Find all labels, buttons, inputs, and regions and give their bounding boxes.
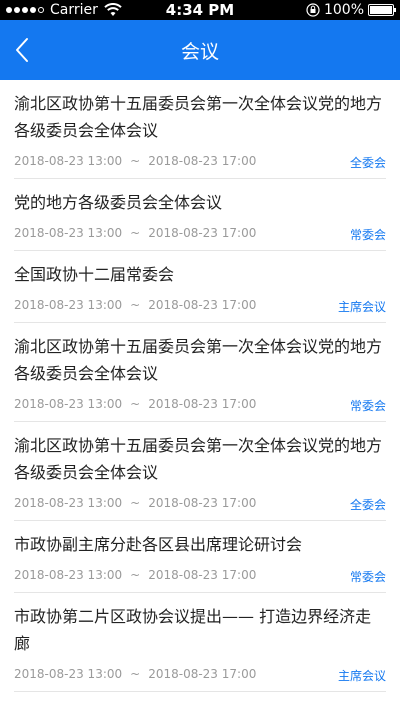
meeting-end-time: 2018-08-23 17:00: [148, 667, 257, 681]
status-bar: Carrier 4:34 PM 100%: [0, 0, 400, 20]
meeting-list-item[interactable]: 渝北区政协第十五届委员会第一次全体会议党的地方各级委员会全体会议 2018-08-…: [0, 422, 400, 520]
status-right: 100%: [306, 2, 396, 18]
meeting-title: 渝北区政协第十五届委员会第一次全体会议党的地方各级委员会全体会议: [14, 94, 383, 140]
meeting-end-time: 2018-08-23 17:00: [148, 226, 257, 240]
meeting-meta: 2018-08-23 13:00 ~2018-08-23 17:00 常委会: [14, 558, 386, 592]
meeting-start-time: 2018-08-23 13:00: [14, 568, 123, 582]
meeting-meta: 2018-08-23 13:00 ~2018-08-23 17:00 常委会: [14, 216, 386, 250]
meeting-meta: 2018-08-23 13:00 ~2018-08-23 17:00 主席会议: [14, 657, 386, 691]
meeting-end-time: 2018-08-23 17:00: [148, 154, 257, 168]
meeting-type-tag: 主席会议: [337, 669, 386, 683]
time-separator: ~: [130, 496, 141, 510]
meeting-time-range: 2018-08-23 13:00 ~2018-08-23 17:00: [14, 496, 256, 510]
meeting-type-tag: 主席会议: [337, 300, 386, 314]
meeting-start-time: 2018-08-23 13:00: [14, 298, 123, 312]
meeting-list-item[interactable]: 渝北区政协第十五届委员会第一次全体会议党的地方各级委员会全体会议 2018-08-…: [0, 323, 400, 421]
meeting-type-tag: 全委会: [349, 156, 386, 170]
meeting-meta: 2018-08-23 13:00 ~2018-08-23 17:00 全委会: [14, 144, 386, 178]
meeting-list-item[interactable]: 全国政协十二届常委会 2018-08-23 13:00 ~2018-08-23 17…: [0, 251, 400, 322]
meeting-list: 渝北区政协第十五届委员会第一次全体会议党的地方各级委员会全体会议 2018-08-…: [0, 80, 400, 692]
meeting-meta: 2018-08-23 13:00 ~2018-08-23 17:00 全委会: [14, 486, 386, 520]
meeting-time-range: 2018-08-23 13:00 ~2018-08-23 17:00: [14, 397, 256, 411]
meeting-start-time: 2018-08-23 13:00: [14, 496, 123, 510]
meeting-list-item[interactable]: 党的地方各级委员会全体会议 2018-08-23 13:00 ~2018-08-23…: [0, 179, 400, 250]
time-separator: ~: [130, 154, 141, 168]
battery-percentage: 100%: [323, 2, 364, 18]
meeting-list-item[interactable]: 市政协副主席分赴各区县出席理论研讨会 2018-08-23 13:00 ~2018-…: [0, 521, 400, 592]
page-title: 会议: [180, 41, 219, 63]
meeting-title: 市政协第二片区政协会议提出—— 打造边界经济走廊: [14, 607, 372, 653]
meeting-meta: 2018-08-23 13:00 ~2018-08-23 17:00 常委会: [14, 387, 386, 421]
meeting-end-time: 2018-08-23 17:00: [148, 298, 257, 312]
rotation-lock-icon: [306, 3, 320, 17]
battery-icon: [368, 4, 396, 16]
meeting-end-time: 2018-08-23 17:00: [148, 496, 257, 510]
meeting-time-range: 2018-08-23 13:00 ~2018-08-23 17:00: [14, 667, 256, 681]
meeting-end-time: 2018-08-23 17:00: [148, 397, 257, 411]
time-separator: ~: [130, 667, 141, 681]
meeting-start-time: 2018-08-23 13:00: [14, 667, 123, 681]
meeting-type-tag: 常委会: [349, 399, 386, 413]
meeting-end-time: 2018-08-23 17:00: [148, 568, 257, 582]
meeting-title: 全国政协十二届常委会: [14, 265, 175, 284]
time-separator: ~: [130, 226, 141, 240]
meeting-meta: 2018-08-23 13:00 ~2018-08-23 17:00 主席会议: [14, 288, 386, 322]
meeting-start-time: 2018-08-23 13:00: [14, 397, 123, 411]
meeting-title: 党的地方各级委员会全体会议: [14, 193, 223, 212]
meeting-time-range: 2018-08-23 13:00 ~2018-08-23 17:00: [14, 154, 256, 168]
meeting-title: 市政协副主席分赴各区县出席理论研讨会: [14, 535, 303, 554]
meeting-time-range: 2018-08-23 13:00 ~2018-08-23 17:00: [14, 298, 256, 312]
navigation-bar: 会议: [0, 20, 400, 80]
meeting-type-tag: 全委会: [349, 498, 386, 512]
meeting-title: 渝北区政协第十五届委员会第一次全体会议党的地方各级委员会全体会议: [14, 337, 383, 383]
meeting-start-time: 2018-08-23 13:00: [14, 154, 123, 168]
meeting-list-item[interactable]: 渝北区政协第十五届委员会第一次全体会议党的地方各级委员会全体会议 2018-08-…: [0, 80, 400, 178]
list-divider: [14, 691, 386, 692]
meeting-title: 渝北区政协第十五届委员会第一次全体会议党的地方各级委员会全体会议: [14, 436, 383, 482]
meeting-type-tag: 常委会: [349, 228, 386, 242]
meeting-type-tag: 常委会: [349, 570, 386, 584]
meeting-time-range: 2018-08-23 13:00 ~2018-08-23 17:00: [14, 568, 256, 582]
battery-level-fill: [370, 6, 392, 14]
meeting-list-item[interactable]: 市政协第二片区政协会议提出—— 打造边界经济走廊 2018-08-23 13:00…: [0, 593, 400, 691]
time-separator: ~: [130, 397, 141, 411]
time-separator: ~: [130, 298, 141, 312]
time-separator: ~: [130, 568, 141, 582]
meeting-start-time: 2018-08-23 13:00: [14, 226, 123, 240]
meeting-time-range: 2018-08-23 13:00 ~2018-08-23 17:00: [14, 226, 256, 240]
